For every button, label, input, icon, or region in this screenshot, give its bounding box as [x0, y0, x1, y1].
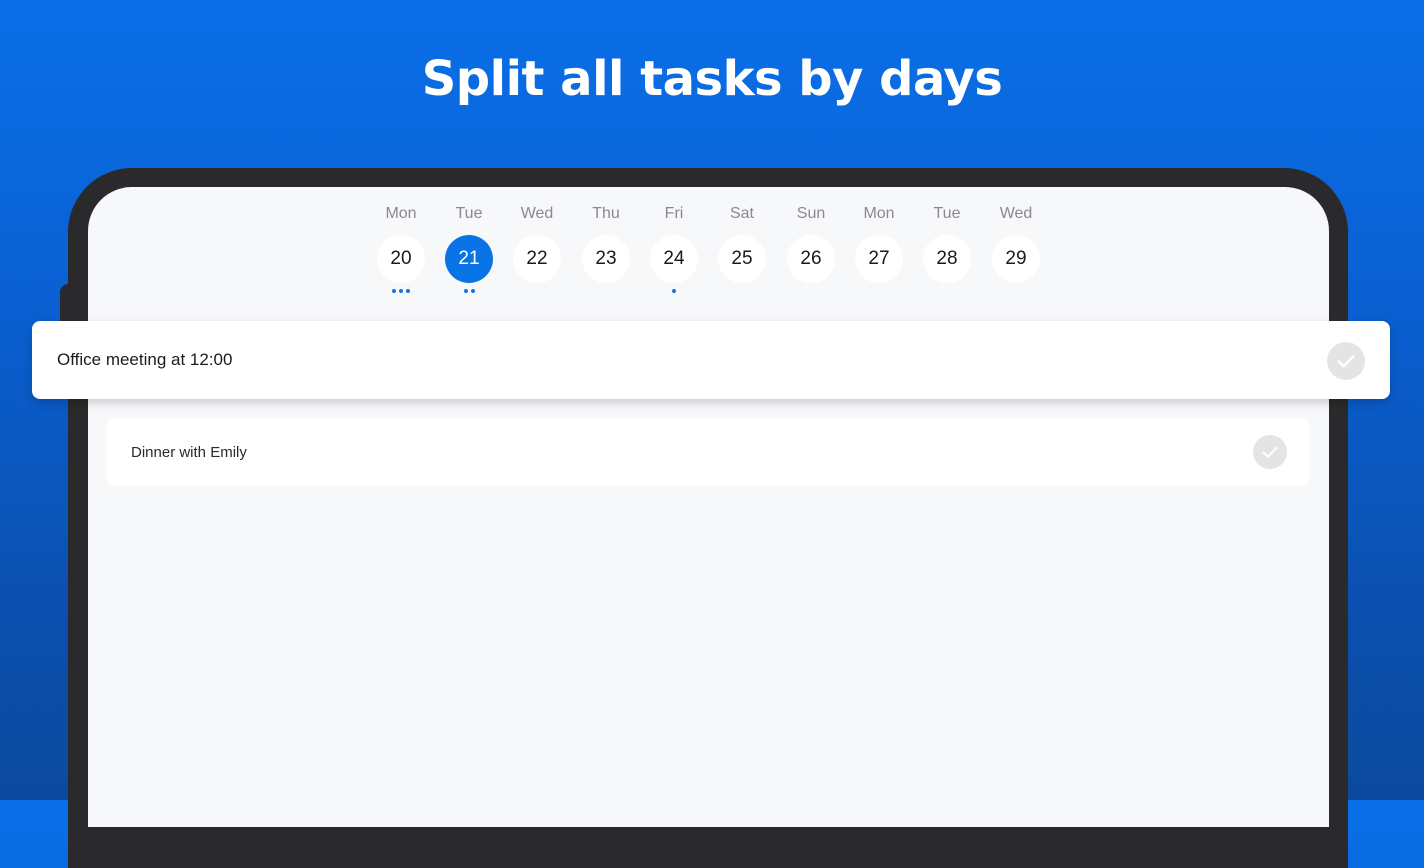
- app-screen: Mon 20 Tue 21 Wed 22 Thu 23 Fri 24 Sat 2…: [88, 187, 1329, 827]
- day-item[interactable]: Thu 23: [581, 187, 631, 307]
- task-dot: [672, 289, 676, 293]
- weekday-label: Wed: [520, 205, 554, 222]
- checkmark-icon: [1262, 446, 1278, 458]
- task-dot: [392, 289, 396, 293]
- task-dot: [406, 289, 410, 293]
- date-button[interactable]: 24: [650, 235, 698, 283]
- weekday-label: Sun: [796, 205, 826, 222]
- day-item[interactable]: Mon 27: [854, 187, 904, 307]
- date-button[interactable]: 29: [992, 235, 1040, 283]
- task-indicator-dots: [649, 289, 699, 293]
- day-item[interactable]: Wed 29: [991, 187, 1041, 307]
- date-button[interactable]: 26: [787, 235, 835, 283]
- weekday-label: Sat: [729, 205, 754, 222]
- task-dot: [399, 289, 403, 293]
- day-item[interactable]: Wed 22: [512, 187, 562, 307]
- task-item[interactable]: Dinner with Emily: [106, 418, 1310, 486]
- task-title: Office meeting at 12:00: [57, 350, 233, 369]
- date-button[interactable]: 28: [923, 235, 971, 283]
- weekday-label: Fri: [664, 205, 684, 222]
- day-strip: Mon 20 Tue 21 Wed 22 Thu 23 Fri 24 Sat 2…: [88, 187, 1329, 307]
- weekday-label: Tue: [933, 205, 961, 222]
- day-item[interactable]: Sun 26: [786, 187, 836, 307]
- date-button[interactable]: 23: [582, 235, 630, 283]
- task-item-highlighted[interactable]: Office meeting at 12:00: [32, 321, 1390, 399]
- day-item[interactable]: Tue 28: [922, 187, 972, 307]
- weekday-label: Mon: [863, 205, 895, 222]
- date-button-selected[interactable]: 21: [445, 235, 493, 283]
- day-item[interactable]: Sat 25: [717, 187, 767, 307]
- date-button[interactable]: 27: [855, 235, 903, 283]
- weekday-label: Tue: [455, 205, 483, 222]
- date-button[interactable]: 22: [513, 235, 561, 283]
- task-title: Dinner with Emily: [131, 444, 247, 461]
- task-dot: [463, 289, 468, 293]
- task-indicator-dots: [444, 289, 494, 293]
- weekday-label: Wed: [999, 205, 1033, 222]
- complete-task-button[interactable]: [1253, 435, 1287, 469]
- weekday-label: Thu: [592, 205, 620, 222]
- task-indicator-dots: [376, 289, 426, 293]
- date-button[interactable]: 25: [718, 235, 766, 283]
- checkmark-icon: [1337, 355, 1355, 368]
- day-item[interactable]: Tue 21: [444, 187, 494, 307]
- date-button[interactable]: 20: [377, 235, 425, 283]
- complete-task-button[interactable]: [1327, 342, 1365, 380]
- task-dot: [470, 289, 475, 293]
- day-item[interactable]: Fri 24: [649, 187, 699, 307]
- headline: Split all tasks by days: [421, 51, 1003, 107]
- weekday-label: Mon: [385, 205, 417, 222]
- day-item[interactable]: Mon 20: [376, 187, 426, 307]
